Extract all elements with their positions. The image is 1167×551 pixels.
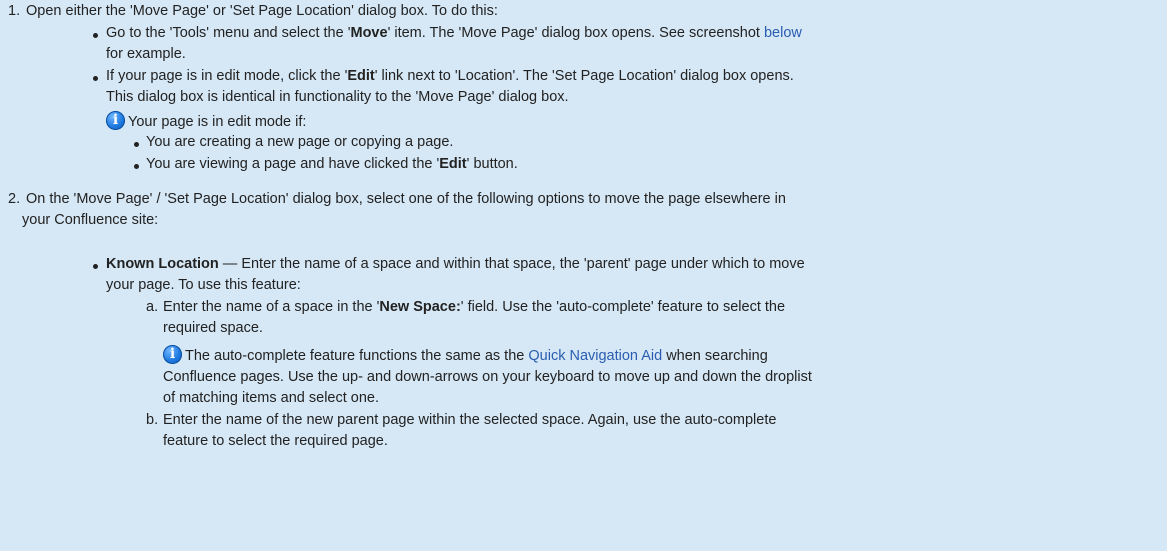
autocomplete-note: The auto-complete feature functions the … bbox=[185, 348, 768, 364]
step-1-number: 1. bbox=[8, 3, 21, 19]
step-2-text: On the 'Move Page' / 'Set Page Location'… bbox=[26, 191, 786, 207]
step-2-number: 2. bbox=[8, 191, 21, 207]
sub-step-b-letter: b. bbox=[146, 412, 159, 428]
sub-step-a-text: Enter the name of a space in the 'New Sp… bbox=[163, 299, 786, 315]
bullet bbox=[134, 142, 139, 147]
edit-mode-note: Your page is in edit mode if: bbox=[128, 114, 307, 130]
bullet bbox=[134, 164, 139, 169]
documentation-page: 1. Open either the 'Move Page' or 'Set P… bbox=[0, 0, 1167, 551]
below-link[interactable]: below bbox=[764, 25, 802, 41]
quick-navigation-aid-link[interactable]: Quick Navigation Aid bbox=[528, 348, 662, 364]
step-1-bullet-1-cont: for example. bbox=[106, 46, 186, 62]
step-1-text: Open either the 'Move Page' or 'Set Page… bbox=[26, 3, 498, 19]
info-icon: i bbox=[163, 345, 182, 364]
step-1-bullet-2-cont: This dialog box is identical in function… bbox=[106, 89, 569, 105]
bullet bbox=[93, 76, 98, 81]
sub-step-a-cont: required space. bbox=[163, 320, 263, 336]
bullet bbox=[93, 33, 98, 38]
known-location-cont: your page. To use this feature: bbox=[106, 277, 301, 293]
sub-step-b-text: Enter the name of the new parent page wi… bbox=[163, 412, 777, 428]
step-1-bullet-2: If your page is in edit mode, click the … bbox=[106, 68, 794, 84]
info-icon: i bbox=[106, 111, 125, 130]
step-2-text-cont: your Confluence site: bbox=[22, 212, 159, 228]
sub-step-a-letter: a. bbox=[146, 299, 159, 315]
autocomplete-note-cont-2: of matching items and select one. bbox=[163, 390, 380, 406]
edit-mode-case-2: You are viewing a page and have clicked … bbox=[146, 156, 518, 172]
bullet bbox=[93, 264, 98, 269]
step-1-bullet-1: Go to the 'Tools' menu and select the 'M… bbox=[106, 25, 802, 41]
edit-mode-case-1: You are creating a new page or copying a… bbox=[146, 134, 454, 150]
sub-step-b-cont: feature to select the required page. bbox=[163, 433, 388, 449]
known-location-item: Known Location — Enter the name of a spa… bbox=[106, 256, 805, 272]
autocomplete-note-cont-1: Confluence pages. Use the up- and down-a… bbox=[163, 369, 812, 385]
